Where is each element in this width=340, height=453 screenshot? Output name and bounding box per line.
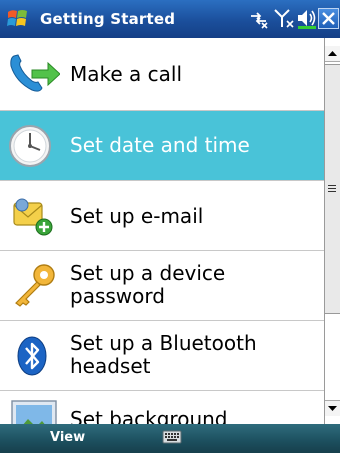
volume-icon[interactable] [296,7,318,29]
list-item-label: Set background [70,407,228,425]
list-item-make-a-call[interactable]: Make a call [0,38,324,111]
list-item-label: password [70,284,165,308]
close-icon [322,12,335,25]
list-item-set-background[interactable]: Set background [0,391,324,424]
list-item-label: Set up e-mail [70,204,204,228]
getting-started-list: Make a call Set date and time Set up e-m… [0,38,324,424]
window-title: Getting Started [40,10,176,28]
scroll-grip [328,191,336,192]
title-bar: Getting Started [0,0,340,38]
scroll-up-button[interactable] [325,46,340,62]
scroll-down-arrow-icon [328,406,337,411]
key-icon [15,264,55,307]
clock-icon [9,125,51,167]
list-item-label: Set up a Bluetooth [70,331,257,355]
list-item-set-up-email[interactable]: Set up e-mail [0,181,324,251]
scroll-thumb[interactable] [325,64,340,314]
left-softkey-view[interactable]: View [50,430,85,445]
list-item-label: Set up a device [70,261,226,285]
scroll-grip [328,188,336,189]
scroll-down-button[interactable] [325,400,340,416]
list-item-label: headset [70,354,151,378]
bluetooth-icon [17,336,47,376]
picture-icon [11,400,57,424]
phone-call-icon [10,54,60,92]
connectivity-icon[interactable] [248,9,270,29]
scroll-grip [328,185,336,186]
list-item-set-up-bluetooth-headset[interactable]: Set up a Bluetooth headset [0,321,324,391]
list-item-label: Make a call [70,62,183,86]
keyboard-icon[interactable] [162,428,182,446]
list-item-label: Set date and time [70,133,250,157]
close-button[interactable] [318,8,339,29]
scroll-up-arrow-icon [328,51,337,56]
soft-key-bar: View [0,424,340,453]
signal-strength-icon[interactable] [272,7,296,29]
windows-start-icon[interactable] [6,8,30,30]
email-add-icon [13,198,53,236]
vertical-scrollbar[interactable] [324,38,340,424]
list-item-set-up-device-password[interactable]: Set up a device password [0,251,324,321]
list-item-set-date-and-time[interactable]: Set date and time [0,111,324,181]
